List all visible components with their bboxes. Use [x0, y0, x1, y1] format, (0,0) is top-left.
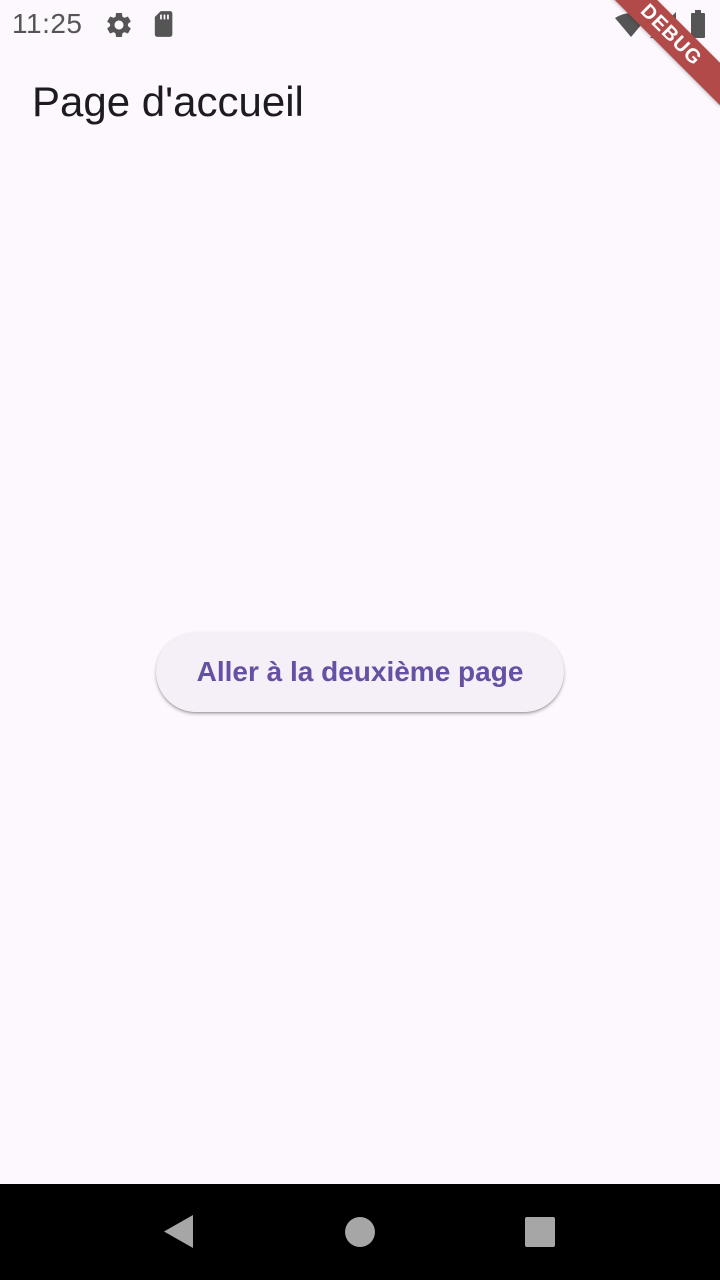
status-bar: 11:25 [0, 0, 720, 48]
settings-icon [104, 10, 134, 40]
page-title: Page d'accueil [32, 78, 304, 125]
home-button[interactable] [312, 1184, 408, 1280]
home-icon [345, 1217, 375, 1247]
battery-icon [690, 10, 706, 38]
app-bar: Page d'accueil [0, 48, 720, 160]
main-content: Aller à la deuxième page [0, 160, 720, 1184]
go-to-second-page-button[interactable]: Aller à la deuxième page [156, 632, 564, 712]
recents-icon [525, 1217, 555, 1247]
sd-card-icon [150, 10, 176, 38]
back-icon [164, 1215, 193, 1248]
status-time: 11:25 [12, 8, 83, 39]
navigation-bar [0, 1184, 720, 1280]
back-button[interactable] [130, 1184, 226, 1280]
recents-button[interactable] [492, 1184, 588, 1280]
